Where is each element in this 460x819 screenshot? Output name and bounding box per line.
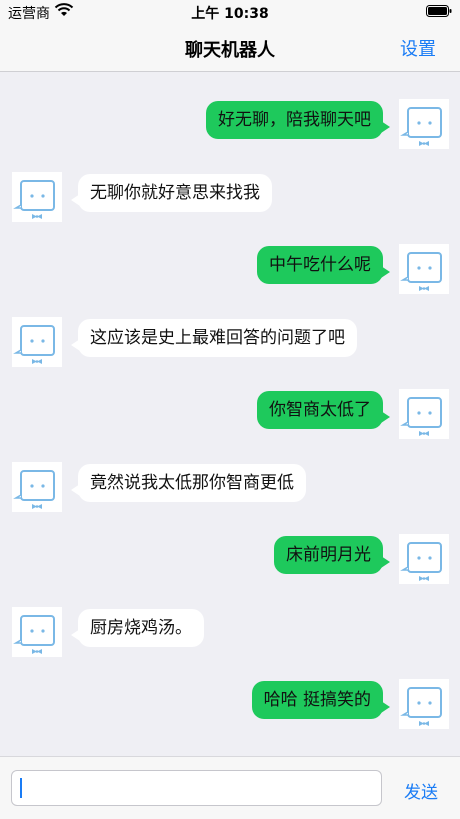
input-bar: 发送: [0, 756, 460, 819]
robot-avatar-icon: [12, 462, 62, 512]
status-time: 上午 10:38: [191, 6, 269, 22]
message-bubble[interactable]: 哈哈 挺搞笑的: [251, 681, 391, 719]
outgoing-message: 床前明月光: [0, 534, 460, 584]
outgoing-message: 哈哈 挺搞笑的: [0, 679, 460, 729]
send-button[interactable]: 发送: [404, 778, 438, 803]
text-cursor: [20, 778, 22, 798]
outgoing-message: 中午吃什么呢: [0, 244, 460, 294]
incoming-message: 这应该是史上最难回答的问题了吧: [0, 317, 460, 367]
robot-avatar-icon: [12, 172, 62, 222]
message-input[interactable]: [11, 770, 382, 806]
message-bubble[interactable]: 这应该是史上最难回答的问题了吧: [71, 319, 357, 357]
robot-avatar-icon: [12, 317, 62, 367]
outgoing-message: 好无聊，陪我聊天吧: [0, 99, 460, 149]
navigation-bar: 聊天机器人 设置: [0, 24, 460, 72]
message-bubble[interactable]: 中午吃什么呢: [257, 246, 390, 284]
robot-avatar-icon: [399, 99, 449, 149]
robot-avatar-icon: [399, 534, 449, 584]
page-title: 聊天机器人: [185, 40, 275, 61]
robot-avatar-icon: [399, 679, 449, 729]
robot-avatar-icon: [399, 389, 449, 439]
message-bubble[interactable]: 你智商太低了: [257, 391, 390, 429]
robot-avatar-icon: [12, 607, 62, 657]
message-bubble[interactable]: 床前明月光: [274, 536, 390, 574]
outgoing-message: 你智商太低了: [0, 389, 460, 439]
message-bubble[interactable]: 好无聊，陪我聊天吧: [206, 101, 390, 139]
message-bubble[interactable]: 竟然说我太低那你智商更低: [71, 464, 306, 502]
robot-avatar-icon: [399, 244, 449, 294]
message-bubble[interactable]: 厨房烧鸡汤。: [71, 609, 204, 647]
message-bubble[interactable]: 无聊你就好意思来找我: [71, 174, 272, 212]
status-bar: 运营商 上午 10:38: [0, 0, 460, 24]
incoming-message: 厨房烧鸡汤。: [0, 607, 460, 657]
incoming-message: 无聊你就好意思来找我: [0, 172, 460, 222]
settings-button[interactable]: 设置: [400, 35, 436, 61]
battery-icon: [426, 5, 452, 17]
incoming-message: 竟然说我太低那你智商更低: [0, 462, 460, 512]
